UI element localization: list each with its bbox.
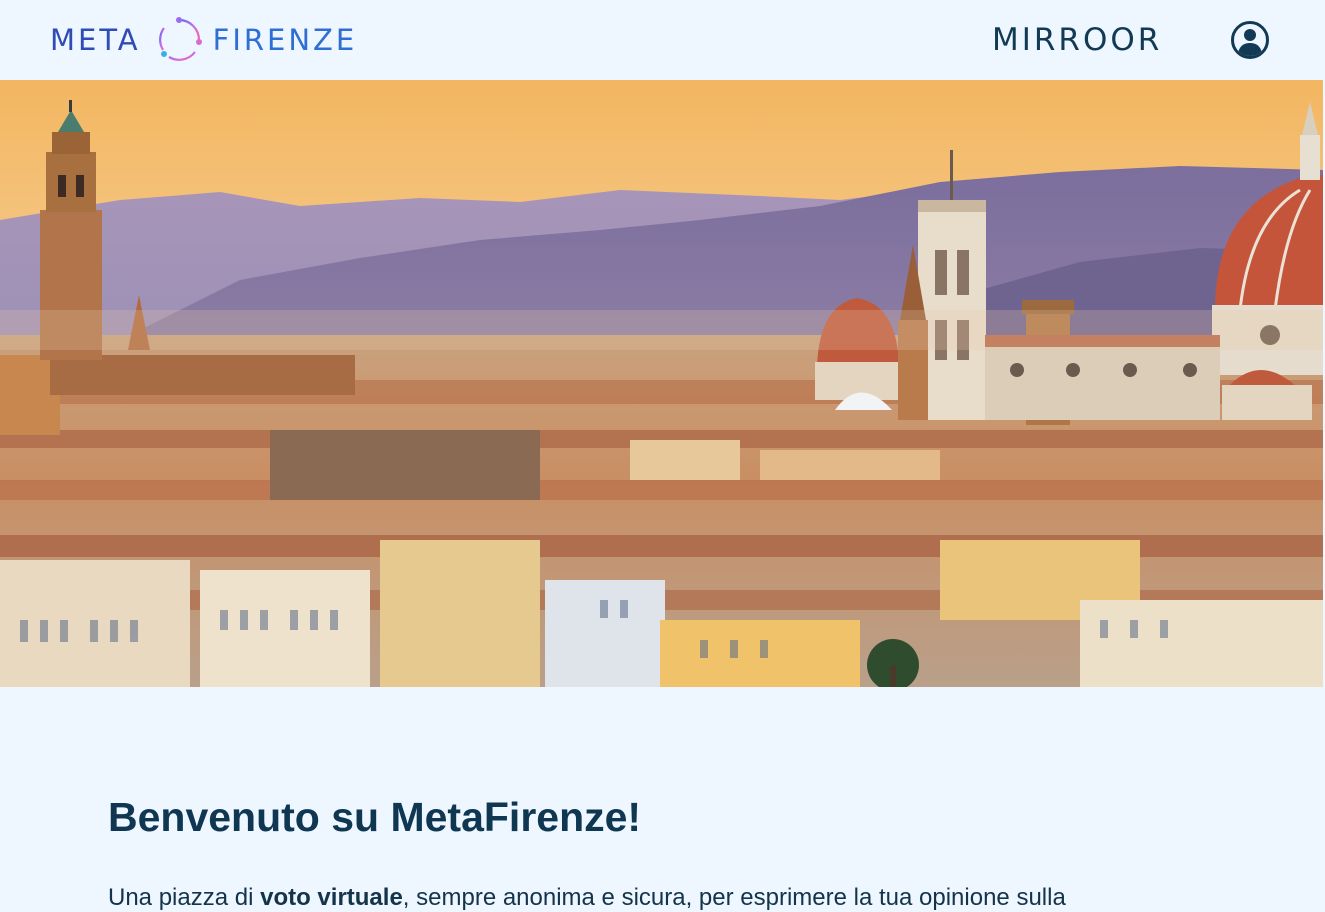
partner-name: MIRROOR <box>992 22 1163 58</box>
user-circle-icon[interactable] <box>1230 20 1270 60</box>
logo-word-meta: META <box>50 23 141 57</box>
metafirenze-logo[interactable]: META FIRENZE <box>50 14 357 66</box>
logo-ring-icon <box>158 17 202 61</box>
top-header: META FIRENZE MIRROOR <box>0 0 1325 80</box>
hero-banner-florence <box>0 80 1323 687</box>
intro-paragraph: Una piazza di voto virtuale, sempre anon… <box>108 884 1066 912</box>
page-title: Benvenuto su MetaFirenze! <box>108 794 642 840</box>
logo-word-firenze: FIRENZE <box>212 23 358 57</box>
main-content: Benvenuto su MetaFirenze! Una piazza di … <box>0 687 1325 911</box>
mirroor-logo[interactable]: MIRROOR <box>992 20 1162 60</box>
florence-skyline-image <box>0 80 1323 687</box>
